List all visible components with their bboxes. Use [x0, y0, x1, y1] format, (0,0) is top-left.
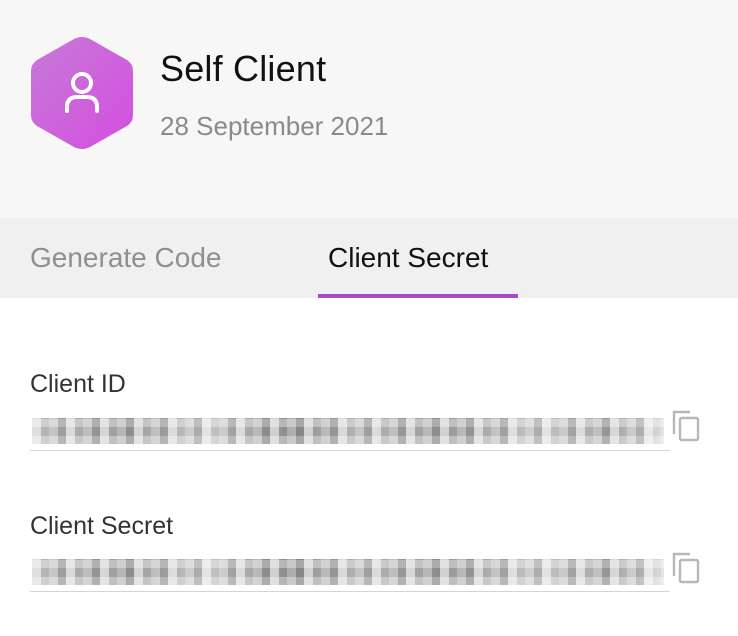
copy-client-id-button[interactable] — [670, 408, 702, 444]
client-name: Self Client — [160, 48, 327, 89]
client-id-redacted-value — [32, 418, 664, 444]
client-secret-label: Client Secret — [30, 512, 174, 540]
tab-client-secret[interactable]: Client Secret — [328, 242, 488, 274]
client-header: Self Client 28 September 2021 — [0, 0, 738, 218]
client-secret-field[interactable] — [30, 551, 670, 592]
active-tab-indicator — [318, 294, 518, 298]
client-avatar — [31, 37, 133, 149]
copy-icon — [672, 552, 700, 584]
client-secret-redacted-value — [32, 559, 664, 585]
client-id-field[interactable] — [30, 410, 670, 451]
tab-bar: Generate Code Client Secret — [0, 218, 738, 298]
copy-icon — [672, 410, 700, 442]
client-id-label: Client ID — [30, 370, 126, 398]
tab-generate-code[interactable]: Generate Code — [30, 242, 221, 274]
created-date: 28 September 2021 — [160, 111, 389, 141]
copy-client-secret-button[interactable] — [670, 550, 702, 586]
